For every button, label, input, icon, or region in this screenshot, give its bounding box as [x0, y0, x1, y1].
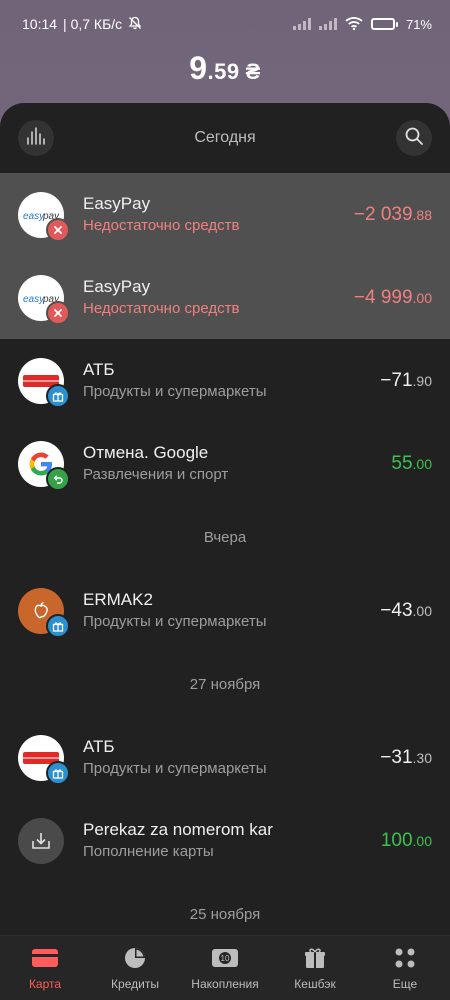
nav-item-credits[interactable]: Кредиты [90, 945, 180, 991]
signal-icon [318, 18, 337, 30]
transaction-title: Perekaz za nomerom kar [83, 819, 273, 839]
nav-item-card[interactable]: Карта [0, 945, 90, 991]
gift-icon [46, 760, 70, 785]
date-separator: 27 ноября [189, 675, 261, 693]
pie-chart-icon [123, 945, 147, 971]
topup-icon [18, 817, 64, 864]
amount-cents: .00 [412, 832, 432, 849]
savings-icon: 10 [211, 945, 239, 971]
refund-icon [46, 466, 70, 491]
svg-text:easy: easy [23, 211, 45, 222]
amount-main: 100 [380, 829, 413, 851]
transaction-row[interactable]: easy pay EasyPay Недостаточно средств −2 … [0, 173, 450, 256]
nav-item-savings[interactable]: 10 Накопления [180, 945, 270, 991]
nav-label: Кредиты [111, 977, 159, 991]
transaction-subtitle: Пополнение карты [83, 842, 214, 860]
status-net-speed: | 0,7 КБ/с [63, 16, 123, 32]
amount-cents: .30 [412, 749, 432, 766]
battery-percent: 71% [405, 16, 432, 32]
transaction-amount: 55.00 [391, 453, 432, 475]
amount-cents: .88 [412, 206, 432, 223]
declined-icon [46, 217, 70, 242]
nav-item-cashback[interactable]: Кешбэк [270, 945, 360, 991]
date-separator: 25 ноября [189, 905, 261, 923]
bell-muted-icon [128, 16, 142, 33]
merchant-avatar [18, 587, 70, 638]
search-icon [404, 126, 424, 151]
card-icon [31, 945, 59, 971]
amount-main: 55 [391, 452, 413, 474]
nav-item-more[interactable]: Еще [360, 945, 450, 991]
nav-label: Кешбэк [294, 977, 336, 991]
merchant-avatar [18, 734, 70, 785]
status-bar: 10:14 | 0,7 КБ/с 71% [0, 0, 450, 48]
transaction-row[interactable]: easy pay EasyPay Недостаточно средств −4 … [0, 256, 450, 339]
merchant-avatar [18, 357, 70, 408]
transaction-amount: −2 039.88 [354, 204, 432, 226]
bottom-navigation: Карта Кредиты 10 Накопления Кешбэк Еще [0, 935, 450, 1000]
battery-icon [370, 18, 398, 30]
card-balance[interactable]: 9.59 ₴ [0, 50, 450, 87]
balance-currency: ₴ [245, 59, 261, 84]
transaction-row[interactable]: АТБ Продукты и супермаркеты −71.90 [0, 339, 450, 422]
wifi-icon [345, 16, 363, 33]
amount-cents: .00 [412, 602, 432, 619]
bar-stats-icon [25, 126, 47, 151]
balance-cents: .59 [207, 59, 240, 84]
transaction-subtitle: Продукты и супермаркеты [83, 759, 267, 777]
amount-cents: .00 [412, 455, 432, 472]
amount-main: −4 999 [353, 286, 413, 308]
merchant-avatar [18, 817, 64, 864]
transaction-subtitle: Недостаточно средств [83, 216, 240, 234]
transaction-title: ERMAK2 [83, 589, 153, 609]
transaction-subtitle: Продукты и супермаркеты [83, 612, 267, 630]
merchant-avatar: easy pay [18, 191, 70, 242]
transaction-amount: −4 999.00 [354, 287, 432, 309]
transaction-row[interactable]: АТБ Продукты и супермаркеты −31.30 [0, 716, 450, 799]
gift-icon [46, 613, 70, 638]
status-time: 10:14 [22, 16, 58, 32]
transaction-amount: 100.00 [381, 830, 432, 852]
transaction-title: АТБ [83, 736, 115, 756]
declined-icon [46, 300, 70, 325]
date-separator: Вчера [203, 528, 247, 546]
search-button[interactable] [395, 120, 432, 156]
gift-icon [46, 383, 70, 408]
transaction-row[interactable]: Perekaz za nomerom kar Пополнение карты … [0, 799, 450, 882]
transaction-amount: −71.90 [380, 370, 432, 392]
amount-main: −31 [380, 746, 413, 768]
transactions-sheet: Сегодня easy pay EasyPay Недостаточно сре… [0, 103, 450, 935]
stats-button[interactable] [18, 120, 54, 156]
balance-whole: 9 [189, 50, 208, 86]
gift-icon [303, 945, 327, 971]
amount-main: −2 039 [353, 203, 413, 225]
transaction-title: EasyPay [83, 193, 151, 213]
amount-main: −71 [380, 369, 413, 391]
transaction-row[interactable]: ERMAK2 Продукты и супермаркеты −43.00 [0, 569, 450, 652]
transaction-title: EasyPay [83, 276, 151, 296]
date-header: Сегодня [194, 129, 256, 146]
transaction-amount: −43.00 [380, 600, 432, 622]
nav-label: Карта [28, 977, 62, 991]
nav-label: Накопления [191, 977, 259, 991]
transaction-amount: −31.30 [380, 747, 432, 769]
svg-text:10: 10 [221, 954, 230, 963]
amount-cents: .00 [412, 289, 432, 306]
amount-main: −43 [380, 599, 413, 621]
merchant-avatar: easy pay [18, 274, 70, 325]
transaction-subtitle: Продукты и супермаркеты [83, 382, 267, 400]
sheet-header: Сегодня [0, 103, 450, 173]
transaction-title: Отмена. Google [83, 442, 209, 462]
transaction-subtitle: Развлечения и спорт [83, 465, 229, 483]
merchant-avatar [18, 440, 70, 491]
transaction-subtitle: Недостаточно средств [83, 299, 240, 317]
amount-cents: .90 [412, 372, 432, 389]
more-icon [393, 945, 417, 971]
svg-text:easy: easy [23, 294, 45, 305]
transaction-row[interactable]: Отмена. Google Развлечения и спорт 55.00 [0, 422, 450, 505]
signal-icon [292, 18, 311, 30]
transaction-title: АТБ [83, 359, 115, 379]
nav-label: Еще [392, 977, 418, 991]
